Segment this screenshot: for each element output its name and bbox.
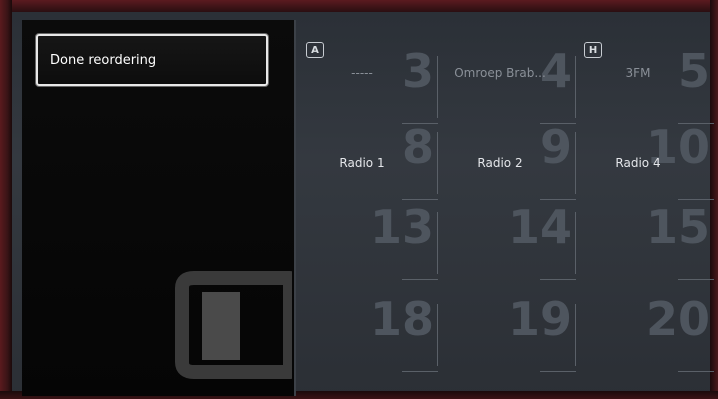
cell-divider	[540, 371, 576, 372]
cell-divider	[678, 371, 714, 372]
channel-number: 15	[645, 200, 710, 254]
channel-name: Radio 4	[615, 156, 661, 170]
channel-cell[interactable]: 5 3FM	[576, 48, 714, 124]
channel-cell[interactable]: 18	[300, 292, 438, 372]
channel-name: Radio 1	[339, 156, 385, 170]
cell-divider	[402, 371, 438, 372]
channel-cell[interactable]: 15	[576, 200, 714, 280]
channel-number: 18	[369, 292, 434, 346]
channel-cell[interactable]: 3 -----	[300, 48, 438, 124]
channel-cell[interactable]: 4 Omroep Brab...	[438, 48, 576, 124]
cell-divider	[540, 279, 576, 280]
channel-cell[interactable]: 20	[576, 292, 714, 372]
channel-name: Radio 2	[477, 156, 523, 170]
channel-cell[interactable]: 9 Radio 2	[438, 124, 576, 200]
channel-name: -----	[351, 66, 373, 80]
tv-screen: Done reordering A H 3 ----- 4 Omroep Bra…	[0, 0, 718, 399]
done-reordering-button[interactable]: Done reordering	[36, 34, 268, 86]
tv-icon	[175, 271, 292, 379]
channel-name: Omroep Brab...	[454, 66, 546, 80]
channel-cell[interactable]: 8 Radio 1	[300, 124, 438, 200]
channel-number: 19	[507, 292, 572, 346]
channel-cell[interactable]: 13	[300, 200, 438, 280]
cell-divider	[678, 279, 714, 280]
channel-number: 14	[507, 200, 572, 254]
channel-name: 3FM	[625, 66, 651, 80]
channel-number: 20	[645, 292, 710, 346]
channel-number: 13	[369, 200, 434, 254]
channel-cell[interactable]: 14	[438, 200, 576, 280]
channel-cell[interactable]: 19	[438, 292, 576, 372]
channel-grid: A H 3 ----- 4 Omroep Brab... 5 3FM 8 Rad…	[300, 30, 718, 399]
channel-cell[interactable]: 10 Radio 4	[576, 124, 714, 200]
done-reordering-label: Done reordering	[50, 52, 157, 68]
cell-divider	[402, 279, 438, 280]
bezel-top	[0, 0, 718, 12]
options-menu-panel: Done reordering	[22, 20, 296, 396]
bezel-left	[0, 0, 12, 399]
